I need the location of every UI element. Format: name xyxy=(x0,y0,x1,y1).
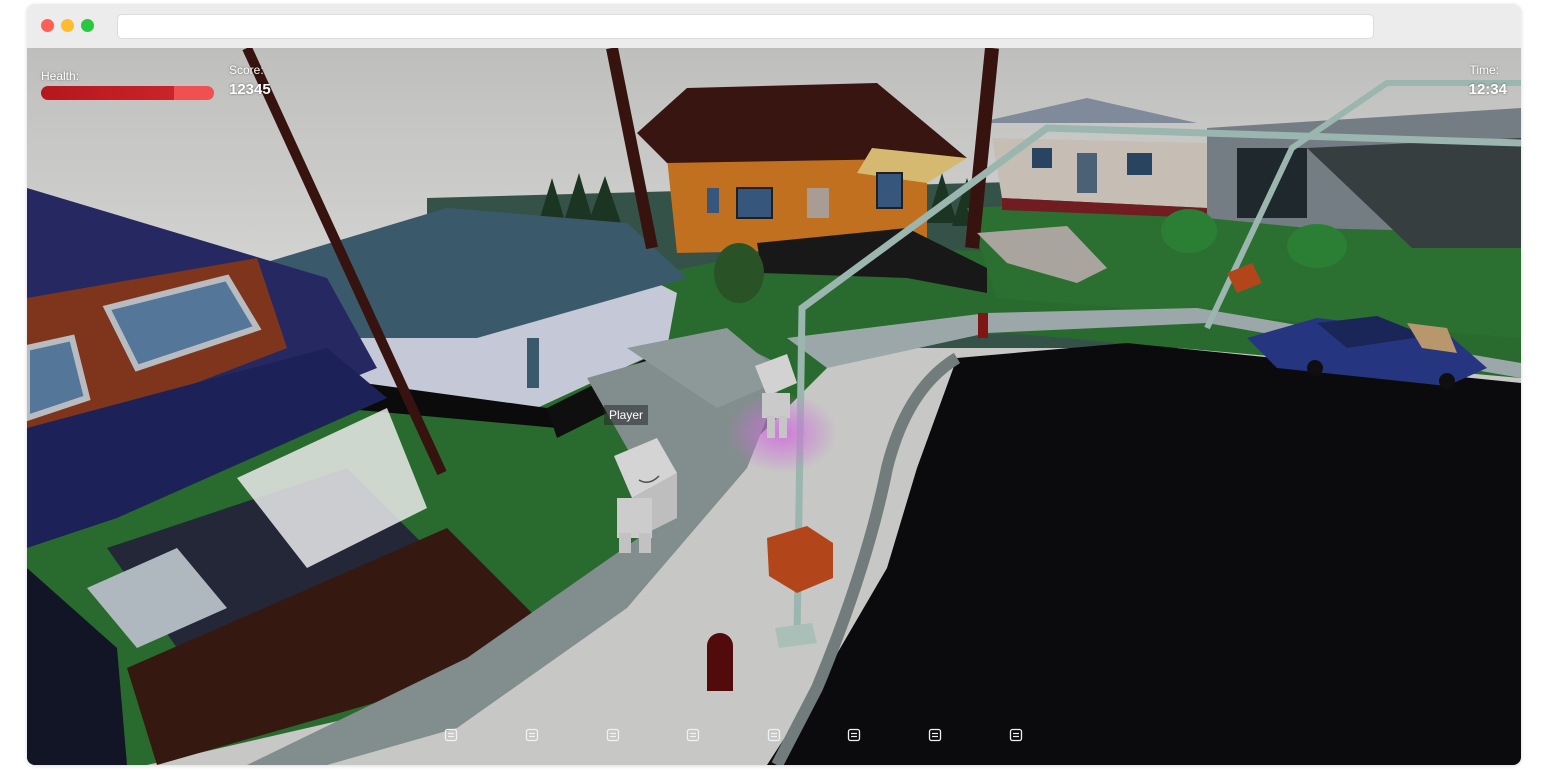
inventory-slot-icon xyxy=(686,728,700,742)
hotbar-slot-1[interactable] xyxy=(440,724,462,746)
scene-shade xyxy=(27,48,1521,765)
inventory-slot-icon xyxy=(1009,728,1023,742)
score-value: 12345 xyxy=(229,81,271,98)
health-bar-fill xyxy=(41,86,175,100)
hotbar-slot-2[interactable] xyxy=(521,724,543,746)
score-label: Score: xyxy=(229,63,264,77)
health-bar xyxy=(41,86,214,100)
zoom-window-button[interactable] xyxy=(81,19,94,32)
hotbar-slot-8[interactable] xyxy=(1005,724,1027,746)
game-viewport[interactable]: Health: Score: 12345 Time: 12:34 Player xyxy=(27,48,1521,765)
game-scene[interactable] xyxy=(27,48,1521,765)
close-window-button[interactable] xyxy=(41,19,54,32)
player-name-tag: Player xyxy=(604,405,649,425)
hotbar-slot-7[interactable] xyxy=(924,724,946,746)
time-label: Time: xyxy=(1469,63,1499,77)
inventory-slot-icon xyxy=(928,728,942,742)
hotbar-slot-3[interactable] xyxy=(602,724,624,746)
inventory-slot-icon xyxy=(525,728,539,742)
health-label: Health: xyxy=(41,69,80,83)
hotbar-slot-5[interactable] xyxy=(763,724,785,746)
hotbar xyxy=(27,720,1521,750)
hotbar-slot-6[interactable] xyxy=(843,724,865,746)
time-value: 12:34 xyxy=(1468,81,1507,98)
browser-window: Health: Score: 12345 Time: 12:34 Player xyxy=(27,4,1521,765)
inventory-slot-icon xyxy=(767,728,781,742)
inventory-slot-icon xyxy=(444,728,458,742)
title-bar xyxy=(27,4,1521,48)
hotbar-slot-4[interactable] xyxy=(682,724,704,746)
address-bar[interactable] xyxy=(117,14,1374,39)
minimize-window-button[interactable] xyxy=(61,19,74,32)
inventory-slot-icon xyxy=(847,728,861,742)
inventory-slot-icon xyxy=(606,728,620,742)
